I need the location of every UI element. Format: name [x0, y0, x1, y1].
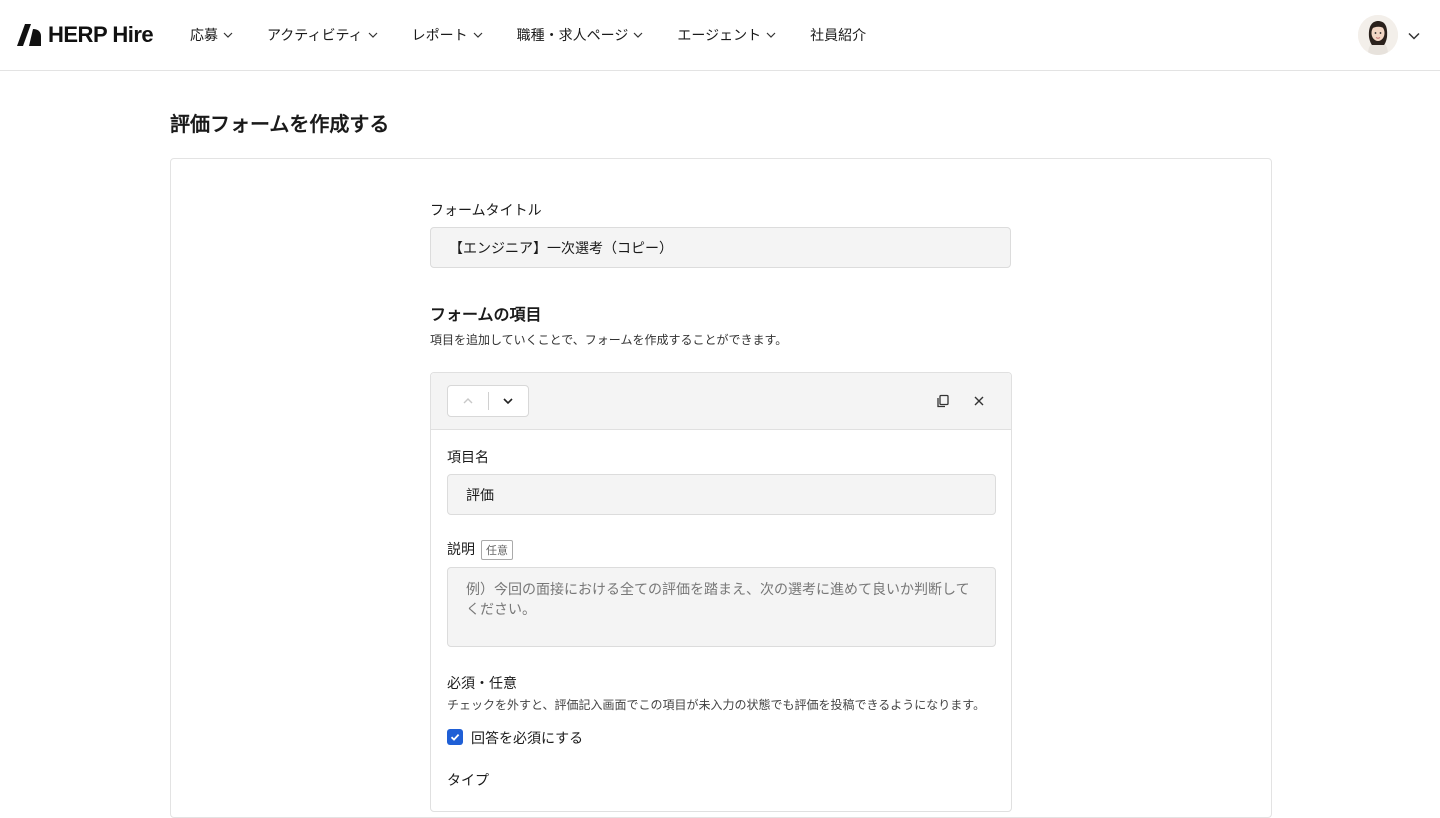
form-items-heading: フォームの項目 [430, 305, 542, 324]
item-name-input[interactable]: 評価 [447, 474, 996, 515]
chevron-up-icon [463, 398, 473, 404]
nav-item-label: 応募 [190, 28, 218, 44]
nav-item-applications[interactable]: 応募 [190, 25, 234, 45]
top-navigation-bar: HERP Hire 応募 アクティビティ レポート 職種・求人ページ エージェン… [0, 0, 1440, 71]
item-name-label: 項目名 [447, 450, 489, 466]
chevron-down-icon [766, 32, 776, 38]
move-up-button[interactable] [448, 386, 488, 416]
chevron-down-icon [368, 32, 378, 38]
user-avatar[interactable] [1358, 15, 1398, 55]
delete-item-button[interactable] [969, 391, 989, 411]
nav-item-activity[interactable]: アクティビティ [267, 25, 379, 45]
chevron-down-icon [633, 32, 643, 38]
nav-item-label: エージェント [677, 28, 762, 44]
nav-item-jobs[interactable]: 職種・求人ページ [517, 25, 645, 45]
item-description-textarea[interactable]: 例）今回の面接における全ての評価を踏まえ、次の選考に進めて良いか判断してください… [447, 567, 996, 647]
nav-item-label: アクティビティ [267, 28, 363, 44]
form-title-input[interactable]: 【エンジニア】一次選考（コピー） [430, 227, 1011, 268]
nav-item-label: 職種・求人ページ [516, 28, 629, 44]
item-type-label: タイプ [447, 773, 489, 789]
form-items-description: 項目を追加していくことで、フォームを作成することができます。 [430, 333, 788, 347]
checkmark-icon [450, 733, 460, 741]
herp-logo-icon [17, 24, 41, 46]
nav-item-label: 社員紹介 [810, 28, 867, 44]
account-menu-chevron-icon[interactable] [1406, 28, 1422, 44]
nav-item-referral[interactable]: 社員紹介 [810, 25, 866, 45]
chevron-down-icon [223, 32, 233, 38]
required-optional-label: 必須・任意 [447, 676, 517, 692]
avatar-portrait-icon [1358, 15, 1398, 55]
main-nav: 応募 アクティビティ レポート 職種・求人ページ エージェント 社員紹介 [190, 0, 899, 70]
copy-icon [937, 394, 949, 408]
move-down-button[interactable] [488, 386, 528, 416]
page-title: 評価フォームを作成する [170, 112, 390, 136]
description-label-text: 説明 [447, 542, 475, 558]
form-title-label: フォームタイトル [430, 203, 542, 219]
close-icon [974, 396, 984, 406]
required-hint-text: チェックを外すと、評価記入画面でこの項目が未入力の状態でも評価を投稿できるように… [447, 698, 986, 712]
optional-tag: 任意 [481, 540, 513, 560]
logo-text: HERP Hire [48, 22, 154, 47]
nav-item-report[interactable]: レポート [412, 25, 484, 45]
nav-item-agent[interactable]: エージェント [677, 25, 777, 45]
item-description-label: 説明 任意 [447, 539, 513, 560]
reorder-control [447, 385, 529, 417]
nav-item-label: レポート [411, 28, 468, 44]
chevron-down-icon [473, 32, 483, 38]
chevron-down-icon [503, 398, 513, 405]
form-item-card-header [431, 373, 1011, 430]
duplicate-item-button[interactable] [933, 391, 953, 411]
required-checkbox[interactable] [447, 729, 463, 745]
herp-hire-logo[interactable]: HERP Hire [16, 22, 154, 48]
required-checkbox-label[interactable]: 回答を必須にする [471, 728, 583, 748]
form-item-card: 項目名 評価 説明 任意 例）今回の面接における全ての評価を踏まえ、次の選考に進め… [430, 372, 1012, 812]
